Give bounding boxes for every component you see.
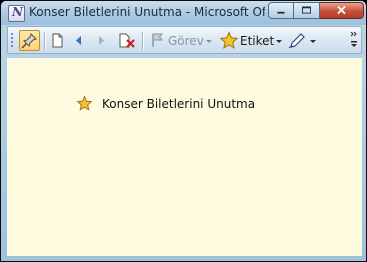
toolbar-separator [44,32,45,50]
window-title: Konser Biletlerini Unutma - Microsoft Of… [29,5,265,19]
delete-page-button[interactable] [116,30,138,51]
flag-icon [152,33,164,47]
tag-label[interactable]: Etiket [240,34,274,48]
pushpin-icon [21,33,37,49]
tag-dropdown-arrow-icon[interactable] [276,40,282,43]
onenote-app-icon[interactable]: N [8,5,25,22]
pen-icon [288,33,305,49]
maximize-button[interactable] [294,2,320,19]
new-page-button[interactable] [49,30,66,51]
pen-button[interactable] [286,30,308,51]
forward-arrow-icon [99,36,104,45]
note-text[interactable]: Konser Biletlerini Unutma [102,97,255,111]
tag-button[interactable] [218,30,240,51]
forward-button[interactable] [94,30,108,51]
star-tag-icon[interactable] [76,95,93,112]
toolbar-grip[interactable] [11,33,13,49]
pen-dropdown-arrow-icon[interactable] [310,40,316,43]
back-button[interactable] [72,30,86,51]
task-label[interactable]: Görev [168,34,204,48]
toolbar-overflow-button[interactable] [349,29,359,51]
pin-button[interactable] [19,30,40,51]
task-flag-button[interactable] [147,30,169,51]
toolbar: Görev Etiket [7,26,362,54]
note-line[interactable]: Konser Biletlerini Unutma [76,95,255,112]
chevron-overflow-icon [350,31,357,47]
side-note-window: N Konser Biletlerini Unutma - Microsoft … [0,0,367,262]
star-icon [219,31,239,49]
delete-page-icon [119,33,135,48]
note-page[interactable]: Konser Biletlerini Unutma [7,58,362,256]
window-controls [268,2,364,19]
new-page-icon [52,33,63,48]
title-bar[interactable]: N Konser Biletlerini Unutma - Microsoft … [1,1,366,25]
minimize-button[interactable] [268,2,294,19]
close-button[interactable] [320,2,364,19]
task-dropdown-arrow-icon[interactable] [206,40,212,43]
back-arrow-icon [76,36,81,45]
toolbar-separator [142,32,143,50]
